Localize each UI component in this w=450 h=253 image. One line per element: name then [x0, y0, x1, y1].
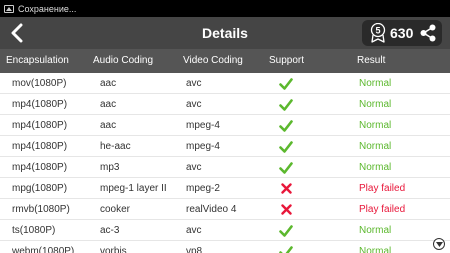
svg-text:5: 5: [375, 26, 380, 36]
check-icon: [276, 115, 296, 136]
column-header-result: Result: [357, 55, 386, 66]
image-icon: [4, 4, 14, 13]
status-notification-text: Сохранение...: [18, 3, 77, 14]
check-icon: [276, 220, 296, 241]
status-bar: Сохранение...: [0, 0, 450, 17]
cell-video-coding: avc: [186, 99, 202, 110]
cell-result: Normal: [359, 162, 392, 173]
cross-icon: [276, 199, 296, 220]
cell-encapsulation: ts(1080P): [12, 225, 56, 236]
cell-result: Play failed: [359, 204, 406, 215]
cell-audio-coding: he-aac: [100, 141, 131, 152]
cell-encapsulation: mpg(1080P): [12, 183, 68, 194]
table-row: mpg(1080P) mpeg-1 layer II mpeg-2 Play fail…: [0, 178, 450, 199]
table-header: Encapsulation Audio Coding Video Coding …: [0, 49, 450, 73]
results-table[interactable]: mov(1080P) aac avc Normal mp4(1080P) aac avc No…: [0, 73, 450, 253]
cell-audio-coding: ac-3: [100, 225, 120, 236]
score-value: 630: [390, 25, 414, 41]
chevron-down-icon: [435, 241, 443, 247]
cross-icon: [276, 178, 296, 199]
column-header-support: Support: [269, 55, 305, 66]
cell-result: Normal: [359, 99, 392, 110]
medal-icon: 5: [370, 23, 386, 43]
table-row: mp4(1080P) aac mpeg-4 Normal: [0, 115, 450, 136]
cell-result: Normal: [359, 120, 392, 131]
cell-audio-coding: mp3: [100, 162, 120, 173]
scroll-down-button[interactable]: [433, 238, 445, 250]
share-button[interactable]: [420, 24, 436, 42]
cell-audio-coding: aac: [100, 99, 117, 110]
share-icon: [420, 24, 436, 42]
cell-video-coding: avc: [186, 225, 202, 236]
cell-video-coding: mpeg-2: [186, 183, 220, 194]
cell-result: Play failed: [359, 183, 406, 194]
check-icon: [276, 157, 296, 178]
cell-result: Normal: [359, 246, 392, 253]
cell-result: Normal: [359, 141, 392, 152]
back-button[interactable]: [6, 21, 28, 45]
cell-encapsulation: mp4(1080P): [12, 141, 68, 152]
check-icon: [276, 136, 296, 157]
cell-audio-coding: aac: [100, 120, 117, 131]
cell-encapsulation: mp4(1080P): [12, 99, 68, 110]
score-badge[interactable]: 5 630: [362, 20, 442, 46]
chevron-left-icon: [11, 23, 23, 43]
cell-video-coding: avc: [186, 162, 202, 173]
app-bar: Details 5 630: [0, 17, 450, 49]
table-row: mp4(1080P) aac avc Normal: [0, 94, 450, 115]
cell-video-coding: realVideo 4: [186, 204, 237, 215]
cell-encapsulation: mp4(1080P): [12, 162, 68, 173]
cell-result: Normal: [359, 225, 392, 236]
table-row: mp4(1080P) mp3 avc Normal: [0, 157, 450, 178]
column-header-encapsulation: Encapsulation: [6, 55, 69, 66]
column-header-audio-coding: Audio Coding: [93, 55, 154, 66]
table-row: ts(1080P) ac-3 avc Normal: [0, 220, 450, 241]
check-icon: [276, 73, 296, 94]
cell-encapsulation: mov(1080P): [12, 78, 67, 89]
cell-video-coding: mpeg-4: [186, 120, 220, 131]
check-icon: [276, 241, 296, 253]
cell-encapsulation: webm(1080P): [12, 246, 75, 253]
cell-audio-coding: cooker: [100, 204, 131, 215]
column-header-video-coding: Video Coding: [183, 55, 243, 66]
cell-video-coding: avc: [186, 78, 202, 89]
cell-audio-coding: vorbis: [100, 246, 127, 253]
cell-audio-coding: mpeg-1 layer II: [100, 183, 167, 194]
table-row: rmvb(1080P) cooker realVideo 4 Play failed: [0, 199, 450, 220]
cell-encapsulation: rmvb(1080P): [12, 204, 70, 215]
cell-result: Normal: [359, 78, 392, 89]
table-row: webm(1080P) vorbis vp8 Normal: [0, 241, 450, 253]
cell-encapsulation: mp4(1080P): [12, 120, 68, 131]
table-row: mp4(1080P) he-aac mpeg-4 Normal: [0, 136, 450, 157]
check-icon: [276, 94, 296, 115]
cell-video-coding: vp8: [186, 246, 203, 253]
table-row: mov(1080P) aac avc Normal: [0, 73, 450, 94]
cell-audio-coding: aac: [100, 78, 117, 89]
cell-video-coding: mpeg-4: [186, 141, 220, 152]
